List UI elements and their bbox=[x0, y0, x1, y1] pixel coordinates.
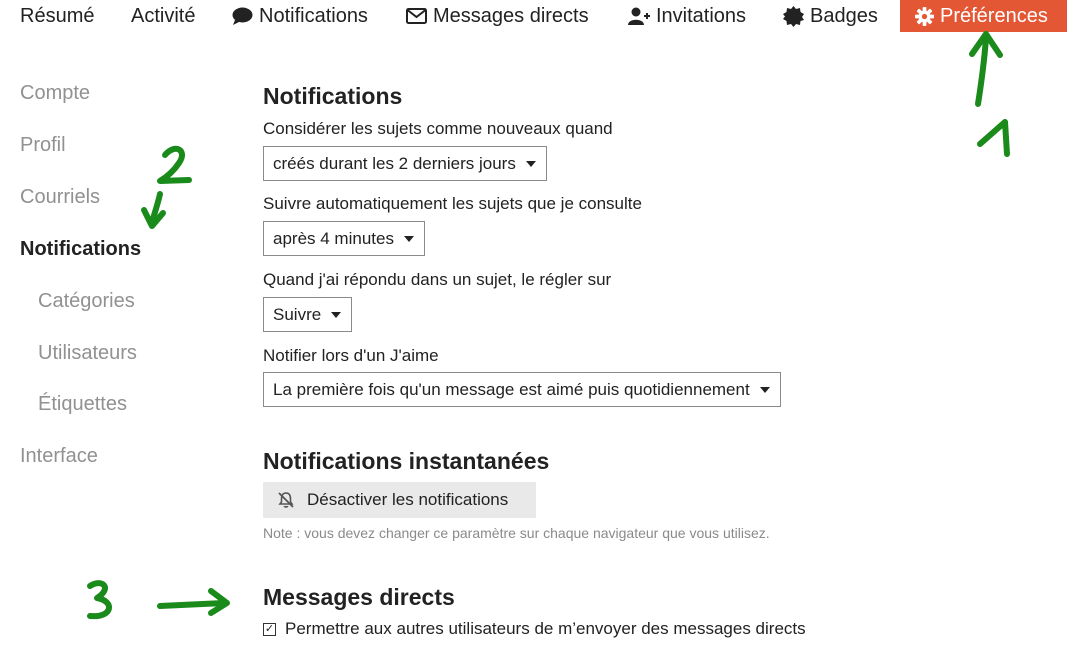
new-topics-select[interactable]: créés durant les 2 derniers jours bbox=[263, 146, 547, 181]
user-nav: Résumé Activité Notifications Messages d… bbox=[0, 0, 1092, 32]
like-value: La première fois qu'un message est aimé … bbox=[273, 379, 750, 399]
nav-invites-label: Invitations bbox=[656, 4, 747, 27]
push-note: Note : vous devez changer ce paramètre s… bbox=[263, 525, 770, 541]
auto-track-select[interactable]: après 4 minutes bbox=[263, 221, 425, 256]
allow-pm-row: ✓ Permettre aux autres utilisateurs de m… bbox=[263, 619, 806, 639]
gear-icon bbox=[915, 6, 934, 26]
annotation-arrow-2 bbox=[149, 191, 163, 225]
allow-pm-checkbox[interactable]: ✓ bbox=[263, 622, 276, 636]
replied-select[interactable]: Suivre bbox=[263, 297, 353, 332]
caret-down-icon bbox=[331, 311, 342, 318]
nav-summary[interactable]: Résumé bbox=[20, 0, 94, 32]
annotation-arrowhead-1 bbox=[969, 31, 1003, 58]
annotation-number-2 bbox=[157, 145, 192, 184]
annotation-number-3 bbox=[87, 580, 112, 620]
nav-badges[interactable]: Badges bbox=[783, 0, 878, 32]
auto-track-label: Suivre automatiquement les sujets que je… bbox=[263, 194, 642, 213]
nav-badges-label: Badges bbox=[810, 4, 878, 27]
new-topics-value: créés durant les 2 derniers jours bbox=[273, 153, 516, 173]
annotation-arrow-3 bbox=[157, 600, 227, 609]
sidebar-item-categories[interactable]: Catégories bbox=[38, 290, 135, 313]
sidebar-item-emails[interactable]: Courriels bbox=[20, 186, 100, 209]
bell-slash-icon bbox=[277, 491, 295, 509]
sidebar-item-users[interactable]: Utilisateurs bbox=[38, 342, 137, 365]
nav-preferences[interactable]: Préférences bbox=[900, 0, 1067, 32]
notifications-heading: Notifications bbox=[263, 83, 403, 109]
replied-value: Suivre bbox=[273, 304, 322, 324]
sidebar-item-interface[interactable]: Interface bbox=[20, 445, 98, 468]
sidebar-item-notifications[interactable]: Notifications bbox=[20, 238, 141, 261]
user-plus-icon bbox=[628, 7, 650, 25]
sidebar-item-account[interactable]: Compte bbox=[20, 82, 90, 105]
caret-down-icon bbox=[403, 235, 414, 242]
nav-messages[interactable]: Messages directs bbox=[406, 0, 589, 32]
caret-down-icon bbox=[525, 160, 536, 167]
disable-notifications-label: Désactiver les notifications bbox=[307, 490, 509, 509]
envelope-icon bbox=[406, 8, 427, 24]
nav-activity-label: Activité bbox=[131, 4, 196, 27]
caret-down-icon bbox=[759, 386, 770, 393]
nav-preferences-label: Préférences bbox=[940, 4, 1048, 27]
allow-pm-label[interactable]: Permettre aux autres utilisateurs de m’e… bbox=[285, 619, 806, 639]
annotation-number-1 bbox=[977, 119, 1010, 157]
nav-invites[interactable]: Invitations bbox=[628, 0, 746, 32]
nav-notifications-label: Notifications bbox=[259, 4, 368, 27]
new-topics-label: Considérer les sujets comme nouveaux qua… bbox=[263, 119, 613, 138]
nav-messages-label: Messages directs bbox=[433, 4, 589, 27]
sidebar-item-profile[interactable]: Profil bbox=[20, 134, 66, 157]
nav-activity[interactable]: Activité bbox=[131, 0, 195, 32]
pm-heading: Messages directs bbox=[263, 584, 455, 610]
badge-icon bbox=[783, 5, 804, 27]
disable-notifications-button[interactable]: Désactiver les notifications bbox=[263, 482, 536, 518]
annotation-layer bbox=[87, 31, 1010, 620]
like-select[interactable]: La première fois qu'un message est aimé … bbox=[263, 372, 781, 407]
nav-notifications[interactable]: Notifications bbox=[232, 0, 368, 32]
replied-label: Quand j'ai répondu dans un sujet, le rég… bbox=[263, 270, 612, 289]
push-heading: Notifications instantanées bbox=[263, 448, 550, 474]
annotation-arrow-1 bbox=[975, 35, 989, 107]
annotation-arrowhead-3 bbox=[208, 588, 230, 616]
nav-summary-label: Résumé bbox=[20, 4, 95, 27]
comment-icon bbox=[232, 7, 253, 25]
auto-track-value: après 4 minutes bbox=[273, 228, 394, 248]
sidebar-item-tags[interactable]: Étiquettes bbox=[38, 393, 127, 416]
like-label: Notifier lors d'un J'aime bbox=[263, 346, 439, 365]
annotation-arrowhead-2 bbox=[141, 207, 166, 229]
